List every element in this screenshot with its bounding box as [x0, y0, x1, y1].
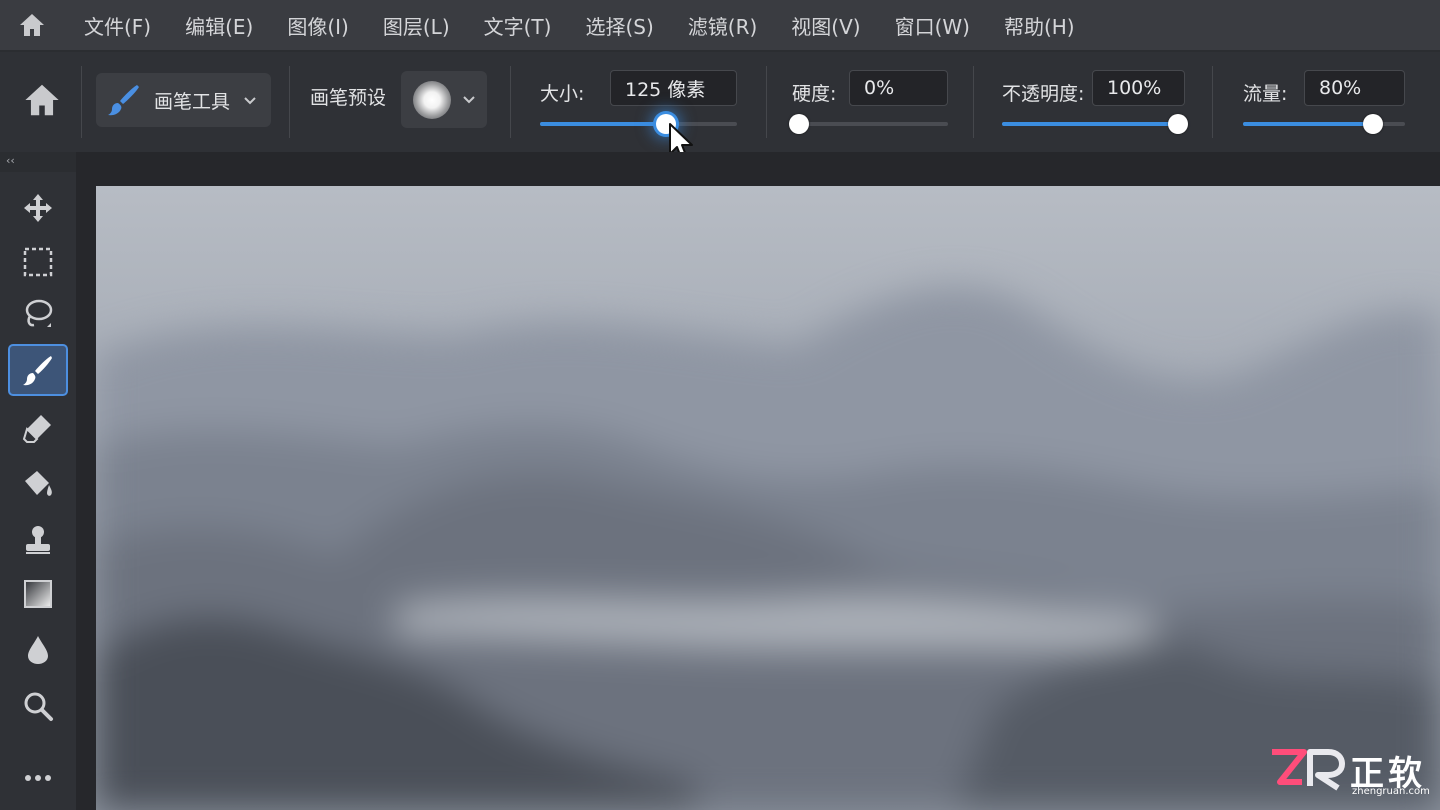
stamp-icon [26, 526, 50, 554]
size-label: 大小: [540, 83, 585, 105]
lasso-icon [25, 299, 53, 327]
options-bar: 画笔工具 画笔预设 大小: 125 像素 硬度: 0% 不透明度: 100% 流… [0, 52, 1440, 152]
menu-edit[interactable]: 编辑(E) [185, 11, 253, 40]
stamp-tool[interactable] [8, 514, 68, 566]
menu-type[interactable]: 文字(T) [484, 11, 552, 40]
tool-preset-picker[interactable]: 画笔工具 [96, 73, 271, 127]
flow-field[interactable]: 80% [1304, 70, 1405, 106]
watermark: 正软 zhengruan.com [1268, 746, 1432, 802]
opacity-slider[interactable] [1002, 114, 1188, 134]
chevron-down-icon [244, 97, 256, 105]
brush-preset-picker[interactable] [401, 71, 487, 128]
size-field[interactable]: 125 像素 [610, 70, 737, 106]
menu-bar: 文件(F) 编辑(E) 图像(I) 图层(L) 文字(T) 选择(S) 滤镜(R… [0, 0, 1440, 50]
size-slider[interactable] [540, 114, 737, 134]
opacity-slider-fill [1002, 122, 1178, 126]
divider [289, 66, 290, 138]
soft-brush-preview [413, 81, 451, 119]
divider [973, 66, 974, 138]
hardness-label: 硬度: [792, 83, 837, 105]
menu-select[interactable]: 选择(S) [585, 11, 653, 40]
flow-slider-knob[interactable] [1362, 114, 1383, 134]
move-icon [24, 194, 52, 222]
move-tool[interactable] [8, 182, 68, 234]
divider [510, 66, 511, 138]
menu-help[interactable]: 帮助(H) [1004, 11, 1075, 40]
opacity-slider-knob[interactable] [1168, 114, 1188, 134]
menu-layer[interactable]: 图层(L) [383, 11, 450, 40]
menu-filter[interactable]: 滤镜(R) [688, 11, 758, 40]
size-slider-fill [540, 122, 667, 126]
opacity-label: 不透明度: [1002, 83, 1085, 105]
home-icon[interactable] [0, 0, 64, 50]
collapse-panel-icon[interactable]: ‹‹ [6, 154, 15, 167]
paint-bucket-icon [25, 471, 52, 496]
menu-file[interactable]: 文件(F) [84, 11, 151, 40]
marquee-tool[interactable] [8, 236, 68, 288]
zoom-tool[interactable] [8, 680, 68, 732]
marquee-icon [23, 247, 53, 277]
zoom-icon [24, 692, 53, 721]
brush-icon [23, 356, 52, 386]
opacity-field[interactable]: 100% [1092, 70, 1185, 106]
menu-image[interactable]: 图像(I) [287, 11, 349, 40]
brush-tool[interactable] [8, 344, 68, 396]
divider [766, 66, 767, 138]
lasso-tool[interactable] [8, 288, 68, 340]
tools-panel [0, 172, 76, 810]
home-icon[interactable] [22, 82, 62, 118]
brush-icon [108, 85, 139, 116]
chevron-down-icon [463, 96, 475, 104]
blur-tool[interactable] [8, 624, 68, 676]
more-icon [25, 775, 51, 781]
menu-view[interactable]: 视图(V) [791, 11, 860, 40]
document-canvas[interactable] [96, 186, 1440, 810]
divider [1212, 66, 1213, 138]
tool-label: 画笔工具 [154, 90, 231, 113]
zr-logo-icon [1272, 749, 1345, 791]
watermark-url: zhengruan.com [1352, 786, 1430, 797]
brush-preset-label: 画笔预设 [310, 87, 387, 109]
hardness-slider[interactable] [789, 114, 948, 134]
paint-bucket-tool[interactable] [8, 458, 68, 510]
menu-window[interactable]: 窗口(W) [895, 11, 970, 40]
blur-drop-icon [28, 636, 48, 664]
flow-slider[interactable] [1243, 114, 1405, 134]
flow-slider-fill [1243, 122, 1373, 126]
flow-label: 流量: [1243, 83, 1288, 105]
misty-mountain-image [96, 287, 1440, 810]
hardness-slider-knob[interactable] [789, 114, 809, 134]
gradient-icon [24, 580, 52, 608]
eraser-tool[interactable] [8, 402, 68, 454]
divider [81, 66, 82, 138]
eraser-icon [22, 415, 51, 443]
hardness-field[interactable]: 0% [849, 70, 948, 106]
gradient-tool[interactable] [8, 568, 68, 620]
more-tools[interactable] [8, 752, 68, 804]
